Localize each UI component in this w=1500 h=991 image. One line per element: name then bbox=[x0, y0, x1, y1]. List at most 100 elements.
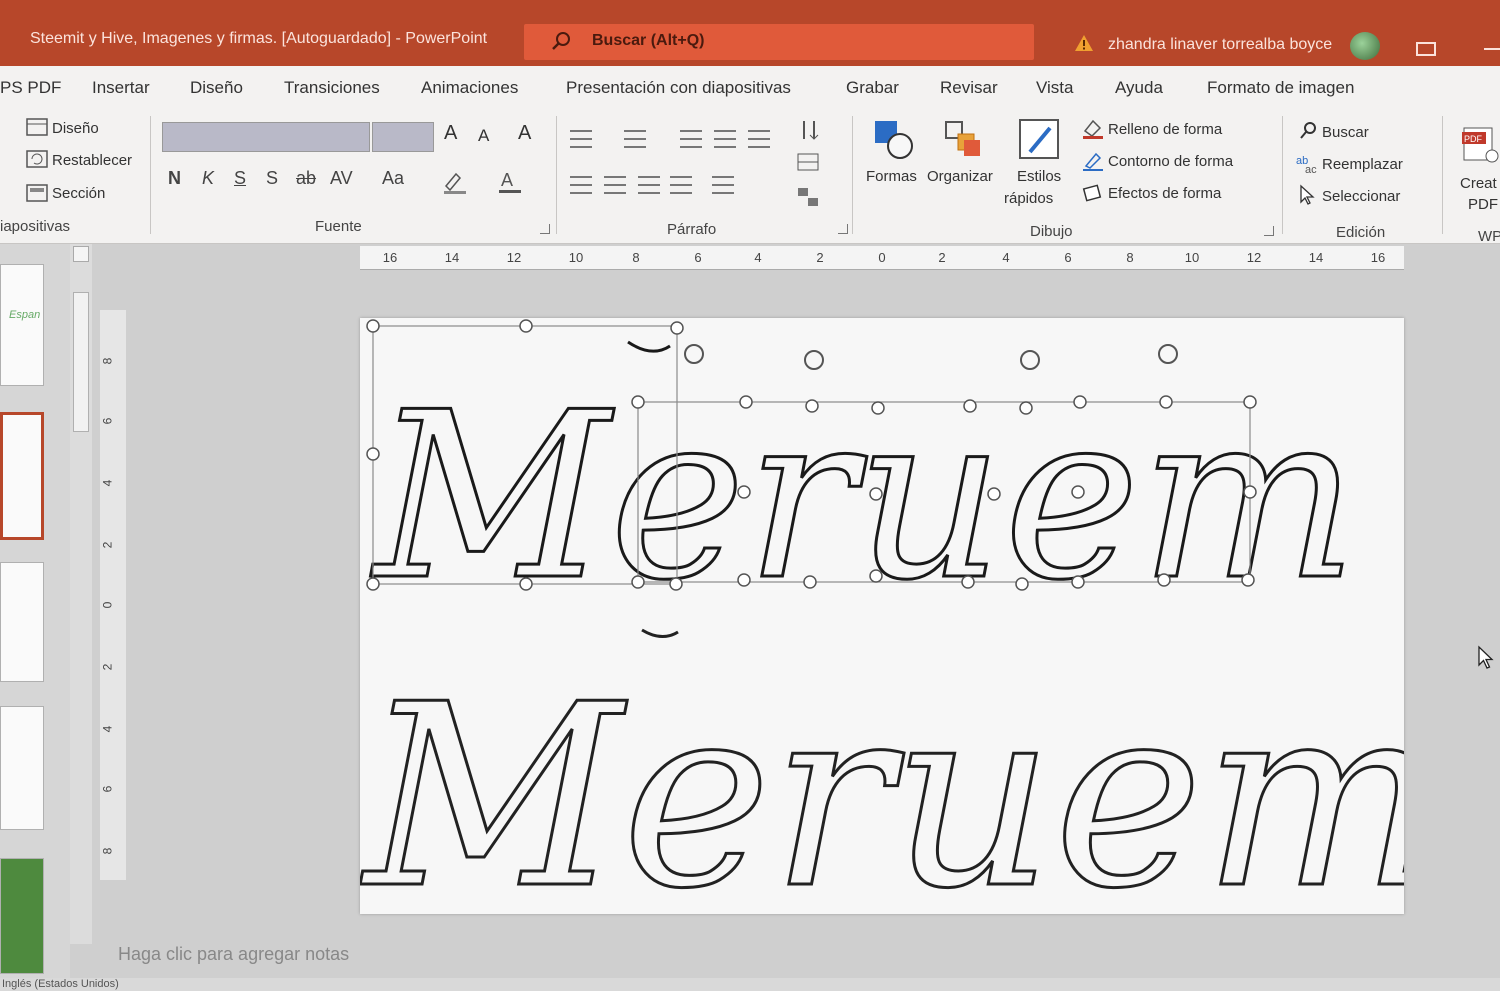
shape-fill-button[interactable]: Relleno de forma bbox=[1108, 121, 1222, 138]
thumbnail-scrollbar[interactable] bbox=[70, 244, 92, 944]
search-box[interactable]: Buscar (Alt+Q) bbox=[524, 24, 1034, 60]
section-button[interactable]: Sección bbox=[52, 185, 105, 202]
quick-styles-label-2[interactable]: rápidos bbox=[1004, 190, 1053, 207]
layout-button[interactable]: Diseño bbox=[52, 120, 99, 137]
vertical-ruler: 8 6 4 2 0 2 4 6 8 bbox=[100, 310, 126, 880]
find-button[interactable]: Buscar bbox=[1322, 124, 1369, 141]
decrease-font-icon[interactable]: A bbox=[478, 126, 489, 146]
smartart-icon[interactable] bbox=[796, 186, 822, 208]
slide-thumbnail[interactable] bbox=[0, 562, 44, 682]
arrange-icon[interactable] bbox=[942, 118, 986, 162]
tab-grabar[interactable]: Grabar bbox=[846, 78, 899, 98]
minimize-icon[interactable] bbox=[1484, 48, 1500, 50]
scroll-up-icon[interactable] bbox=[73, 246, 89, 262]
top-breve-mark bbox=[627, 340, 671, 353]
ribbon: Diseño Restablecer Sección iapositivas A… bbox=[0, 108, 1500, 245]
reset-button[interactable]: Restablecer bbox=[52, 152, 132, 169]
align-right-icon[interactable] bbox=[638, 176, 660, 194]
shape-fill-icon[interactable] bbox=[1082, 118, 1104, 140]
slides-group-label: iapositivas bbox=[0, 218, 71, 235]
clear-format-icon[interactable]: A bbox=[518, 122, 531, 145]
text-direction-icon[interactable] bbox=[798, 118, 822, 142]
horizontal-ruler: 16 14 12 10 8 6 4 2 0 2 4 6 8 10 12 14 1… bbox=[360, 246, 1404, 270]
create-pdf-label-1[interactable]: Creat bbox=[1460, 175, 1497, 192]
slide-artwork: Meruem Meruem bbox=[360, 319, 1404, 915]
shadow-button[interactable]: S bbox=[266, 168, 278, 189]
notes-placeholder[interactable]: Haga clic para agregar notas bbox=[118, 944, 349, 965]
shape-effects-button[interactable]: Efectos de forma bbox=[1108, 185, 1221, 202]
numbering-icon[interactable] bbox=[624, 130, 646, 148]
font-group-label: Fuente bbox=[315, 218, 362, 235]
justify-icon[interactable] bbox=[670, 176, 692, 194]
tab-formato-de-imagen[interactable]: Formato de imagen bbox=[1207, 78, 1354, 98]
avatar[interactable] bbox=[1350, 32, 1380, 60]
tab-revisar[interactable]: Revisar bbox=[940, 78, 998, 98]
font-dialog-launcher[interactable] bbox=[540, 224, 550, 234]
slide-thumbnail-selected[interactable] bbox=[0, 412, 44, 540]
font-name-field[interactable] bbox=[162, 122, 370, 152]
increase-font-icon[interactable]: A bbox=[444, 122, 457, 145]
status-language[interactable]: Inglés (Estados Unidos) bbox=[2, 978, 119, 990]
shapes-button[interactable]: Formas bbox=[866, 168, 917, 185]
tab-vista[interactable]: Vista bbox=[1036, 78, 1074, 98]
tab-animaciones[interactable]: Animaciones bbox=[421, 78, 518, 98]
create-pdf-label-2[interactable]: PDF bbox=[1468, 196, 1498, 213]
select-icon[interactable] bbox=[1298, 184, 1316, 206]
tab-insertar[interactable]: Insertar bbox=[92, 78, 150, 98]
slide-canvas[interactable]: Meruem Meruem bbox=[360, 318, 1404, 914]
font-size-field[interactable] bbox=[372, 122, 434, 152]
group-separator bbox=[1282, 116, 1283, 234]
decrease-indent-icon[interactable] bbox=[680, 130, 702, 148]
shape-outline-icon[interactable] bbox=[1082, 150, 1104, 172]
align-center-icon[interactable] bbox=[604, 176, 626, 194]
tab-transiciones[interactable]: Transiciones bbox=[284, 78, 380, 98]
shape-effects-icon[interactable] bbox=[1082, 182, 1104, 204]
change-case-button[interactable]: Aa bbox=[382, 168, 404, 189]
underline-button[interactable]: S bbox=[234, 168, 246, 189]
highlight-icon[interactable] bbox=[442, 168, 468, 194]
quick-styles-icon[interactable] bbox=[1018, 118, 1062, 162]
ruler-label: 8 bbox=[632, 250, 640, 265]
align-left-icon[interactable] bbox=[570, 176, 592, 194]
bold-button[interactable]: N bbox=[168, 168, 181, 189]
shapes-icon[interactable] bbox=[872, 118, 916, 162]
warning-icon[interactable] bbox=[1074, 34, 1094, 52]
tab-presentacion[interactable]: Presentación con diapositivas bbox=[566, 78, 791, 98]
ribbon-display-options-icon[interactable] bbox=[1416, 42, 1436, 56]
line-spacing-icon[interactable] bbox=[748, 130, 770, 148]
reset-icon bbox=[26, 150, 48, 168]
font-color-icon[interactable]: A bbox=[498, 168, 522, 194]
replace-icon[interactable]: abac bbox=[1296, 152, 1318, 174]
tab-ayuda[interactable]: Ayuda bbox=[1115, 78, 1163, 98]
ruler-label: 6 bbox=[1064, 250, 1072, 265]
top-word-outline[interactable]: Meruem bbox=[369, 363, 1360, 633]
tab-diseno[interactable]: Diseño bbox=[190, 78, 243, 98]
ruler-label: 8 bbox=[1126, 250, 1134, 265]
align-text-icon[interactable] bbox=[796, 152, 822, 174]
paragraph-dialog-launcher[interactable] bbox=[838, 224, 848, 234]
slide-thumbnail[interactable] bbox=[0, 858, 44, 974]
slide-thumbnail[interactable]: Espan bbox=[0, 264, 44, 386]
increase-indent-icon[interactable] bbox=[714, 130, 736, 148]
ruler-label: 10 bbox=[1184, 250, 1200, 265]
arrange-button[interactable]: Organizar bbox=[927, 168, 993, 185]
bullets-icon[interactable] bbox=[570, 130, 592, 148]
select-button[interactable]: Seleccionar bbox=[1322, 188, 1400, 205]
scroll-thumb[interactable] bbox=[73, 292, 89, 432]
find-icon[interactable] bbox=[1298, 120, 1318, 140]
char-spacing-button[interactable]: AV bbox=[330, 168, 353, 189]
group-separator bbox=[852, 116, 853, 234]
user-name[interactable]: zhandra linaver torrealba boyce bbox=[1108, 36, 1332, 54]
shape-outline-button[interactable]: Contorno de forma bbox=[1108, 153, 1233, 170]
bottom-word-outline[interactable]: Meruem bbox=[360, 650, 1404, 915]
quick-styles-label-1[interactable]: Estilos bbox=[1017, 168, 1061, 185]
create-pdf-icon[interactable]: PDF bbox=[1462, 126, 1500, 166]
slide-thumbnail[interactable] bbox=[0, 706, 44, 830]
strikethrough-button[interactable]: ab bbox=[296, 168, 316, 189]
replace-button[interactable]: Reemplazar bbox=[1322, 156, 1403, 173]
tab-ps-pdf[interactable]: PS PDF bbox=[0, 78, 61, 98]
italic-button[interactable]: K bbox=[202, 168, 214, 189]
drawing-dialog-launcher[interactable] bbox=[1264, 226, 1274, 236]
columns-icon[interactable] bbox=[712, 176, 734, 194]
search-placeholder: Buscar (Alt+Q) bbox=[592, 32, 705, 49]
